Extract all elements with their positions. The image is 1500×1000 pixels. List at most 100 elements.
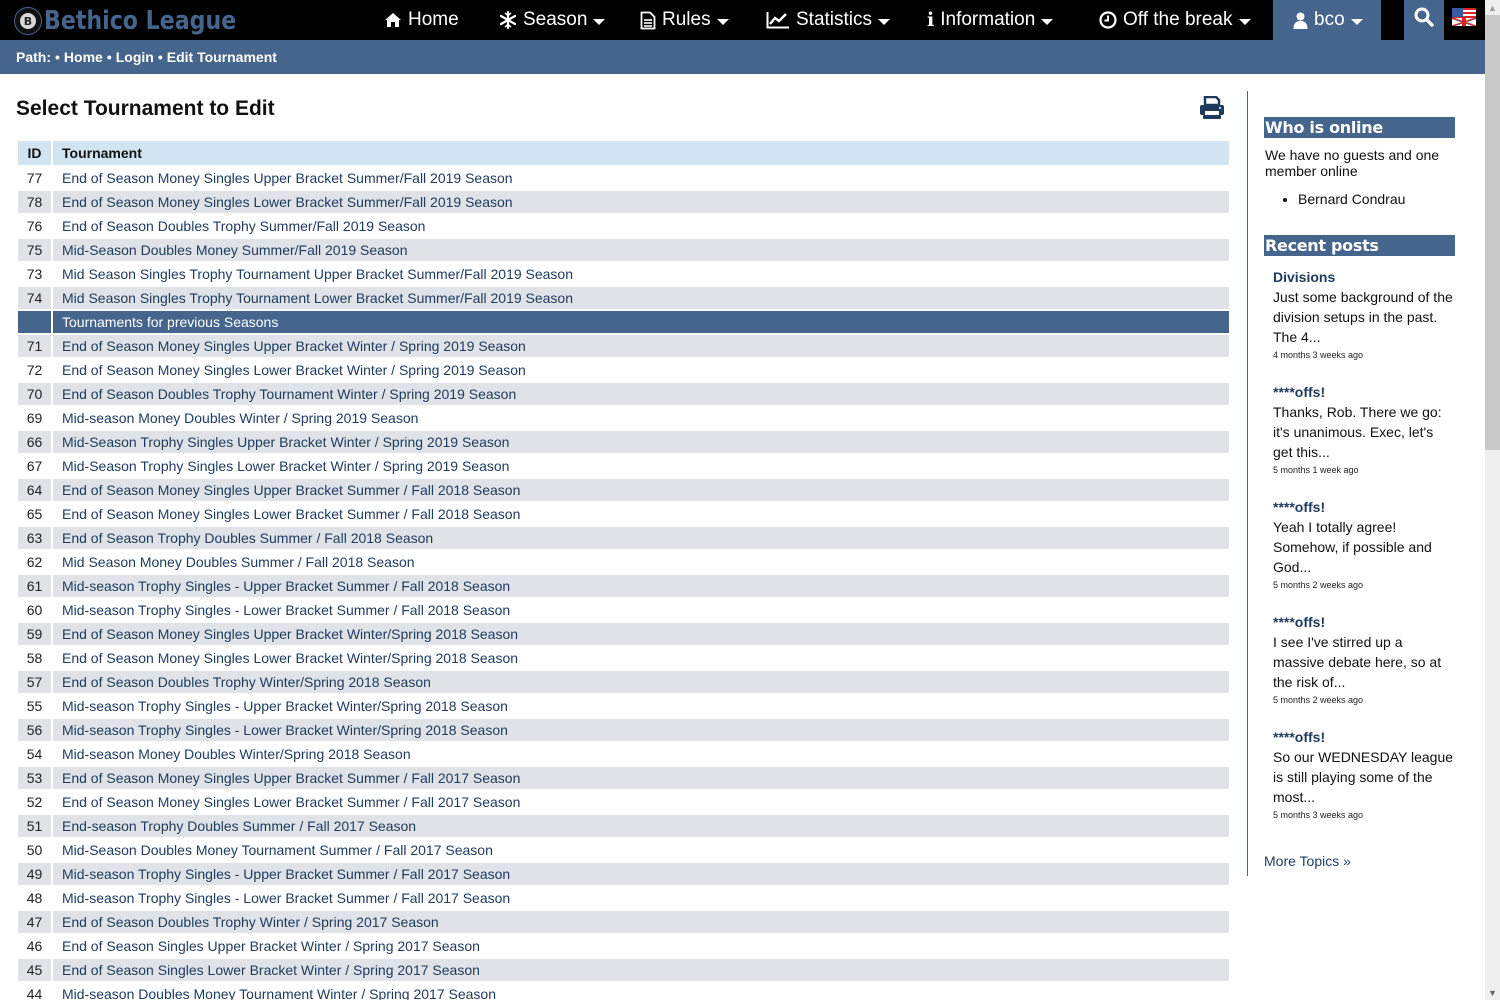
table-row[interactable]: 62 Mid Season Money Doubles Summer / Fall… [18,549,1229,573]
tournament-link[interactable]: Mid-season Trophy Singles - Lower Bracke… [62,602,510,618]
tournament-link[interactable]: Mid Season Singles Trophy Tournament Low… [62,290,573,306]
nav-information[interactable]: i Information [927,0,1054,40]
tournament-link[interactable]: End of Season Trophy Doubles Summer / Fa… [62,530,433,546]
table-row[interactable]: 66 Mid-Season Trophy Singles Upper Bracke… [18,429,1229,453]
nav-user-label: bco [1314,9,1345,30]
tournament-link[interactable]: Mid-season Trophy Singles - Lower Bracke… [62,890,510,906]
scrollbar-thumb[interactable] [1485,15,1500,450]
recent-post-title[interactable]: ****offs! [1273,727,1455,747]
tournament-link[interactable]: End of Season Money Singles Lower Bracke… [62,362,526,378]
table-row[interactable]: 58 End of Season Money Singles Lower Brac… [18,645,1229,669]
tournament-link[interactable]: End of Season Doubles Trophy Summer/Fall… [62,218,425,234]
tournament-name-cell: End of Season Trophy Doubles Summer / Fa… [53,525,1229,549]
table-row[interactable]: 52 End of Season Money Singles Lower Brac… [18,789,1229,813]
tournament-link[interactable]: End of Season Singles Lower Bracket Wint… [62,962,480,978]
print-button[interactable] [1199,95,1225,124]
nav-user-menu[interactable]: bco [1273,0,1381,40]
table-row[interactable]: 53 End of Season Money Singles Upper Brac… [18,765,1229,789]
language-switcher[interactable] [1444,0,1484,40]
tournament-link[interactable]: End of Season Money Singles Upper Bracke… [62,482,520,498]
recent-post-title[interactable]: ****offs! [1273,382,1455,402]
table-row[interactable]: 63 End of Season Trophy Doubles Summer / … [18,525,1229,549]
nav-home[interactable]: Home [384,0,459,40]
scroll-down-arrow-icon[interactable]: ▼ [1485,985,1500,1000]
tournament-link[interactable]: End of Season Money Singles Upper Bracke… [62,770,520,786]
tournament-table: ID Tournament 77 End of Season Money Sing… [18,141,1229,1000]
site-logo[interactable]: B Bethico League [14,5,270,37]
tournament-link[interactable]: End of Season Money Singles Upper Bracke… [62,626,518,642]
tournament-link[interactable]: End of Season Money Singles Lower Bracke… [62,194,513,210]
breadcrumb-login[interactable]: Login [116,49,154,65]
recent-post-title[interactable]: ****offs! [1273,612,1455,632]
table-row[interactable]: 77 End of Season Money Singles Upper Brac… [18,165,1229,189]
tournament-link[interactable]: End of Season Singles Upper Bracket Wint… [62,938,480,954]
table-row[interactable]: 56 Mid-season Trophy Singles - Lower Brac… [18,717,1229,741]
tournament-link[interactable]: Mid-season Doubles Money Tournament Wint… [62,986,496,1000]
table-row[interactable]: 74 Mid Season Singles Trophy Tournament L… [18,285,1229,309]
tournament-link[interactable]: End of Season Money Singles Upper Bracke… [62,338,526,354]
nav-season[interactable]: Season [499,0,606,40]
table-row[interactable]: 76 End of Season Doubles Trophy Summer/Fa… [18,213,1229,237]
more-topics-link[interactable]: More Topics » [1264,853,1351,869]
table-row[interactable]: 49 Mid-season Trophy Singles - Upper Brac… [18,861,1229,885]
tournament-link[interactable]: End of Season Doubles Trophy Winter / Sp… [62,914,439,930]
tournament-link[interactable]: End of Season Money Singles Lower Bracke… [62,650,518,666]
search-button[interactable] [1404,0,1444,40]
tournament-link[interactable]: End of Season Money Singles Upper Bracke… [62,170,513,186]
nav-rules[interactable]: Rules [640,0,729,40]
table-row[interactable]: 78 End of Season Money Singles Lower Brac… [18,189,1229,213]
tournament-link[interactable]: End of Season Money Singles Lower Bracke… [62,794,520,810]
table-row[interactable]: 60 Mid-season Trophy Singles - Lower Brac… [18,597,1229,621]
tournament-link[interactable]: Mid-season Money Doubles Winter/Spring 2… [62,746,411,762]
tournament-link[interactable]: Mid-season Trophy Singles - Upper Bracke… [62,578,510,594]
recent-post-title[interactable]: Divisions [1273,267,1455,287]
table-row[interactable]: 67 Mid-Season Trophy Singles Lower Bracke… [18,453,1229,477]
table-row[interactable]: 45 End of Season Singles Lower Bracket Wi… [18,957,1229,981]
tournament-link[interactable]: Mid Season Money Doubles Summer / Fall 2… [62,554,415,570]
tournament-link[interactable]: Mid-season Trophy Singles - Lower Bracke… [62,722,508,738]
table-row[interactable]: 57 End of Season Doubles Trophy Winter/Sp… [18,669,1229,693]
tournament-link[interactable]: Mid-Season Doubles Money Summer/Fall 201… [62,242,408,258]
tournament-link[interactable]: Mid-Season Doubles Money Tournament Summ… [62,842,493,858]
table-row[interactable]: 54 Mid-season Money Doubles Winter/Spring… [18,741,1229,765]
tournament-link[interactable]: End of Season Doubles Trophy Tournament … [62,386,516,402]
table-row[interactable]: 64 End of Season Money Singles Upper Brac… [18,477,1229,501]
table-row[interactable]: 69 Mid-season Money Doubles Winter / Spri… [18,405,1229,429]
recent-post-title[interactable]: ****offs! [1273,497,1455,517]
nav-statistics[interactable]: Statistics [766,0,891,40]
tournament-link[interactable]: Mid-season Trophy Singles - Upper Bracke… [62,698,508,714]
print-icon [1199,95,1225,124]
tournament-link[interactable]: Mid-Season Trophy Singles Upper Bracket … [62,434,509,450]
table-row[interactable]: 75 Mid-Season Doubles Money Summer/Fall 2… [18,237,1229,261]
table-row[interactable]: 48 Mid-season Trophy Singles - Lower Brac… [18,885,1229,909]
scroll-up-arrow-icon[interactable]: ▲ [1485,0,1500,15]
table-row[interactable]: 59 End of Season Money Singles Upper Brac… [18,621,1229,645]
page-scrollbar[interactable]: ▲ ▼ [1485,0,1500,1000]
table-row[interactable]: 72 End of Season Money Singles Lower Brac… [18,357,1229,381]
table-row[interactable]: 44 Mid-season Doubles Money Tournament Wi… [18,981,1229,1000]
tournament-link[interactable]: End-season Trophy Doubles Summer / Fall … [62,818,416,834]
tournament-name-cell: End of Season Money Singles Lower Bracke… [53,645,1229,669]
tournament-link[interactable]: End of Season Doubles Trophy Winter/Spri… [62,674,431,690]
tournament-link[interactable]: Mid-season Trophy Singles - Upper Bracke… [62,866,510,882]
table-row[interactable]: 65 End of Season Money Singles Lower Brac… [18,501,1229,525]
tournament-name-cell: Mid-season Trophy Singles - Upper Bracke… [53,573,1229,597]
tournament-link[interactable]: Mid-season Money Doubles Winter / Spring… [62,410,418,426]
tournament-id: 51 [18,813,53,837]
breadcrumb-home[interactable]: Home [64,49,103,65]
tournament-link[interactable]: Mid-Season Trophy Singles Lower Bracket … [62,458,509,474]
table-row[interactable]: 50 Mid-Season Doubles Money Tournament Su… [18,837,1229,861]
tournament-link[interactable]: End of Season Money Singles Lower Bracke… [62,506,520,522]
table-row[interactable]: 51 End-season Trophy Doubles Summer / Fal… [18,813,1229,837]
nav-off-the-break[interactable]: Off the break [1099,0,1251,40]
table-row[interactable]: 55 Mid-season Trophy Singles - Upper Brac… [18,693,1229,717]
table-row[interactable]: 46 End of Season Singles Upper Bracket Wi… [18,933,1229,957]
table-row[interactable]: 61 Mid-season Trophy Singles - Upper Brac… [18,573,1229,597]
table-row[interactable]: 47 End of Season Doubles Trophy Winter / … [18,909,1229,933]
tournament-name-cell: Mid-season Doubles Money Tournament Wint… [53,981,1229,1000]
table-row[interactable]: 73 Mid Season Singles Trophy Tournament U… [18,261,1229,285]
table-row[interactable]: 71 End of Season Money Singles Upper Brac… [18,333,1229,357]
table-row[interactable]: 70 End of Season Doubles Trophy Tournamen… [18,381,1229,405]
tournament-link[interactable]: Mid Season Singles Trophy Tournament Upp… [62,266,573,282]
tournament-id: 72 [18,357,53,381]
